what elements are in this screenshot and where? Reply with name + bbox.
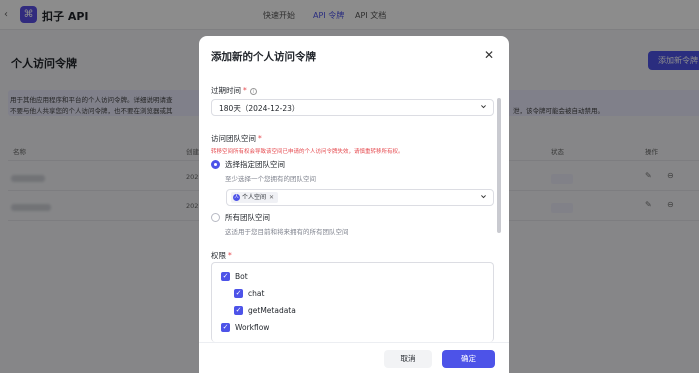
dialog-title: 添加新的个人访问令牌	[211, 51, 316, 63]
chevron-down-icon	[481, 105, 486, 109]
radio-specific-desc: 至少选择一个您拥有的团队空间	[225, 175, 316, 183]
cancel-button[interactable]: 取消	[384, 350, 432, 368]
dialog-scrollbar[interactable]	[497, 98, 501, 233]
space-avatar-icon: 人	[233, 194, 240, 201]
expiry-select[interactable]: 180天（2024-12-23）	[211, 99, 494, 116]
chevron-down-icon	[481, 195, 486, 199]
checkbox-getmetadata[interactable]: ✓	[234, 306, 243, 315]
checkbox-workflow[interactable]: ✓	[221, 323, 230, 332]
checkbox-chat[interactable]: ✓	[234, 289, 243, 298]
radio-all-spaces[interactable]	[211, 213, 220, 222]
space-label: 访问团队空间 *	[211, 134, 262, 143]
radio-specific-space[interactable]	[211, 160, 220, 169]
permission-chat-label: chat	[248, 289, 265, 298]
selected-space-tag: 人个人空间 ✕	[231, 192, 279, 203]
remove-tag-icon[interactable]: ✕	[269, 194, 274, 201]
confirm-button[interactable]: 确定	[442, 350, 495, 368]
permission-workflow-label: Workflow	[235, 323, 270, 332]
permissions-label: 权限 *	[211, 251, 232, 260]
footer-divider	[199, 342, 509, 343]
radio-all-desc: 这适用于您目前和将来拥有的所有团队空间	[225, 228, 349, 236]
permission-getmetadata-label: getMetadata	[248, 306, 296, 315]
radio-specific-label: 选择指定团队空间	[225, 160, 285, 169]
radio-all-label: 所有团队空间	[225, 213, 270, 222]
info-icon[interactable]: i	[249, 87, 257, 95]
checkbox-bot[interactable]: ✓	[221, 272, 230, 281]
expiry-value: 180天（2024-12-23）	[219, 104, 300, 113]
expiry-label: 过期时间 * i	[211, 85, 257, 96]
permission-bot-label: Bot	[235, 272, 248, 281]
add-token-dialog: 添加新的个人访问令牌 ✕ 过期时间 * i 180天（2024-12-23） 访问团…	[199, 36, 509, 373]
space-multi-select[interactable]: 人个人空间 ✕	[226, 189, 494, 206]
permissions-tree: ✓ Bot ✓ chat ✓ getMetadata ✓ Workflow	[211, 262, 494, 342]
close-icon[interactable]: ✕	[483, 48, 495, 62]
space-warning: 转移空间所有权会导致该空间已申请的个人访问令牌失效，请慎重转移所有权。	[211, 149, 404, 155]
